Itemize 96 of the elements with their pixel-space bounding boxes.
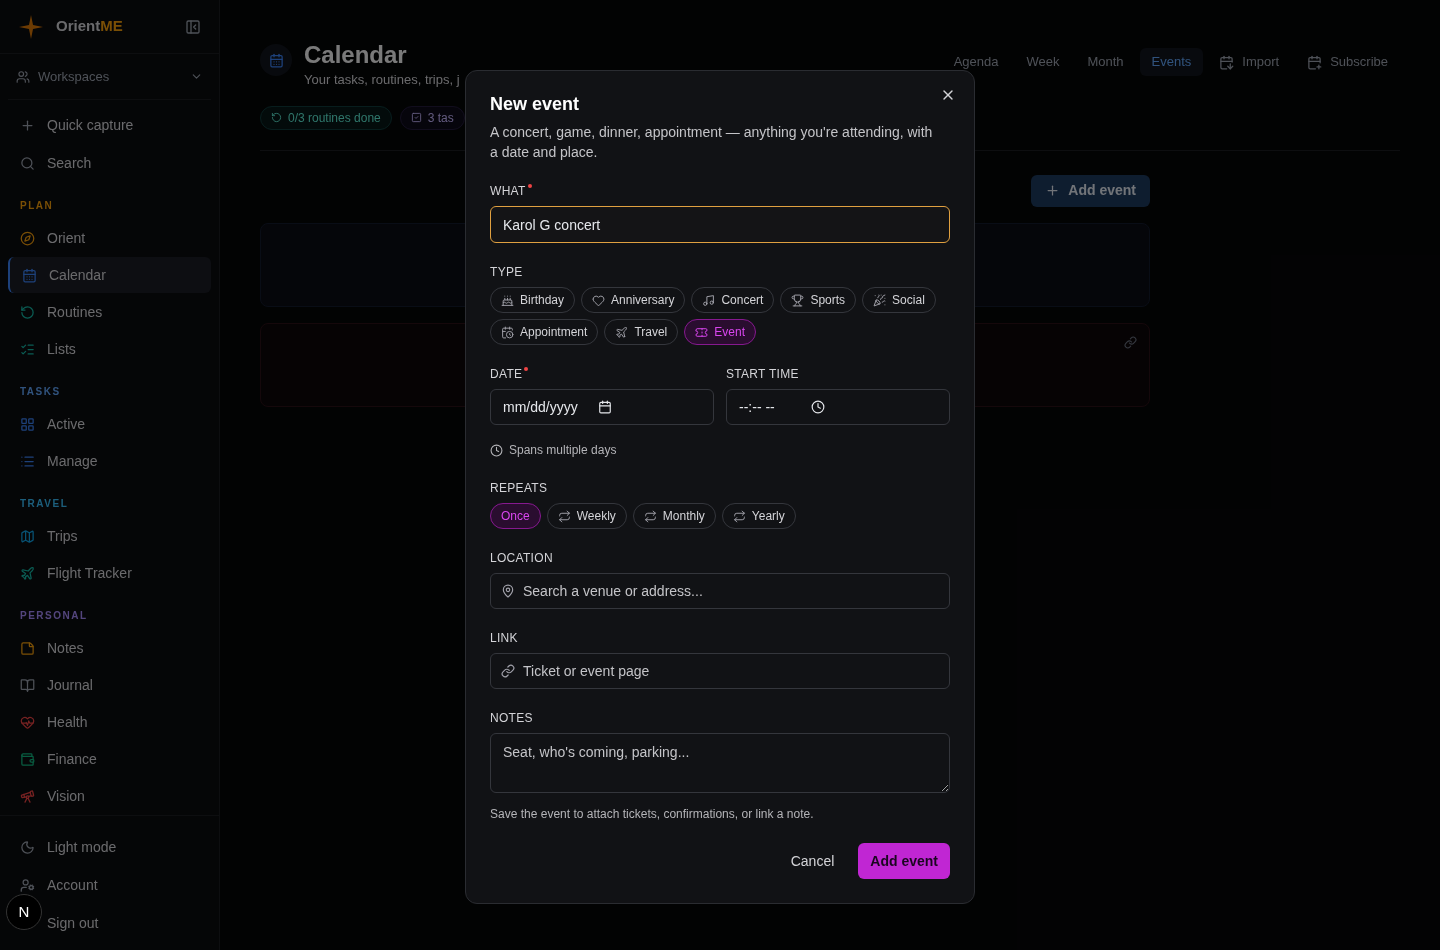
section-label: PERSONAL bbox=[19, 609, 89, 623]
field-label: NOTES bbox=[490, 710, 533, 727]
option-chip[interactable]: Event bbox=[684, 319, 756, 345]
sidebar-item[interactable]: Calendar bbox=[8, 257, 211, 293]
submit-button[interactable]: Add event bbox=[858, 843, 950, 879]
note-icon bbox=[20, 640, 35, 656]
user-icon bbox=[20, 877, 35, 893]
refresh-icon bbox=[20, 304, 35, 320]
section-label: TASKS bbox=[19, 385, 62, 399]
stat-badge: 0/3 routines done bbox=[260, 105, 392, 130]
plus-icon bbox=[1045, 183, 1061, 198]
option-chip[interactable]: Once bbox=[490, 503, 541, 529]
stat-badge: 3 tas bbox=[399, 105, 465, 130]
sidebar-item[interactable]: Finance bbox=[8, 741, 211, 777]
field-label: WHAT bbox=[490, 183, 526, 200]
add-event-button[interactable]: Add event bbox=[1031, 174, 1150, 207]
view-tab[interactable]: Events bbox=[1139, 48, 1204, 76]
music-note-icon bbox=[702, 293, 716, 307]
repeat-icon bbox=[732, 509, 746, 523]
grid-icon bbox=[20, 416, 35, 432]
sidebar-item[interactable]: Lists bbox=[8, 331, 211, 367]
sidebar-item[interactable]: Orient bbox=[8, 220, 211, 256]
sidebar-item[interactable]: Active bbox=[8, 406, 211, 442]
sidebar-item[interactable]: Health bbox=[8, 704, 211, 740]
field-label: LOCATION bbox=[490, 550, 553, 567]
sidebar-action[interactable]: Quick capture bbox=[8, 106, 211, 144]
view-tab[interactable]: Agenda bbox=[941, 48, 1011, 76]
sidebar-item[interactable]: Journal bbox=[8, 667, 211, 703]
field-label: DATE bbox=[490, 366, 523, 383]
trophy-icon bbox=[791, 293, 805, 307]
calendar-plus-icon bbox=[1307, 54, 1323, 70]
field-label: LINK bbox=[490, 630, 518, 647]
calendar-clock-icon bbox=[501, 325, 514, 339]
compass-icon bbox=[20, 230, 35, 246]
sidebar-item[interactable]: Manage bbox=[8, 443, 211, 479]
repeat-icon bbox=[557, 509, 571, 523]
cancel-button[interactable]: Cancel bbox=[778, 843, 847, 879]
map-pin-icon bbox=[501, 584, 515, 598]
link-icon bbox=[501, 664, 515, 678]
ticket-icon bbox=[695, 325, 709, 339]
calendar-icon bbox=[22, 267, 37, 283]
sidebar-item[interactable]: Notes bbox=[8, 630, 211, 666]
toolbar-button[interactable]: Import bbox=[1207, 48, 1292, 76]
calendar-icon bbox=[268, 52, 284, 68]
view-tab[interactable]: Week bbox=[1014, 48, 1072, 76]
sidebar-action[interactable]: Search bbox=[8, 144, 211, 182]
checkbox-icon bbox=[410, 112, 422, 123]
dialog-description: A concert, game, dinner, appointment — anything you're attending, with a date and place. bbox=[490, 123, 934, 162]
book-icon bbox=[20, 677, 35, 693]
clock-icon bbox=[490, 443, 503, 457]
map-icon bbox=[20, 528, 35, 544]
view-tab[interactable]: Month bbox=[1075, 48, 1136, 76]
location-input[interactable]: Search a venue or address... bbox=[490, 573, 950, 609]
plane-icon bbox=[615, 325, 629, 339]
field-label: TYPE bbox=[490, 264, 523, 281]
section-label: PLAN bbox=[19, 199, 55, 213]
refresh-icon bbox=[271, 112, 282, 123]
heart-icon bbox=[592, 293, 606, 307]
list-icon bbox=[20, 453, 35, 469]
search-icon bbox=[20, 155, 35, 171]
sidebar-item[interactable]: Vision bbox=[8, 778, 211, 814]
hint-text: Save the event to attach tickets, confirmations, or link a note. bbox=[490, 806, 815, 823]
brand-name: OrientME bbox=[56, 16, 123, 37]
date-input[interactable]: mm/dd/yyyy bbox=[490, 389, 714, 425]
link-input[interactable]: Ticket or event page bbox=[490, 653, 950, 689]
moon-icon bbox=[20, 839, 35, 855]
link-icon bbox=[1124, 335, 1137, 349]
plane-icon bbox=[20, 565, 35, 581]
what-input[interactable]: Karol G concert bbox=[490, 206, 950, 243]
party-popper-icon bbox=[873, 293, 887, 307]
calendar-icon bbox=[597, 400, 612, 414]
sidebar-item[interactable]: Flight Tracker bbox=[8, 555, 211, 591]
workspace-selector[interactable]: Workspaces bbox=[8, 54, 211, 100]
toolbar-button[interactable]: Subscribe bbox=[1295, 48, 1400, 76]
users-icon bbox=[16, 69, 30, 84]
repeat-icon bbox=[643, 509, 657, 523]
dialog-title: New event bbox=[490, 93, 581, 116]
cake-icon bbox=[501, 293, 514, 307]
wallet-icon bbox=[20, 751, 35, 767]
page-subtitle: Your tasks, routines, trips, j bbox=[304, 71, 461, 89]
field-label: START TIME bbox=[726, 366, 799, 383]
checklist-icon bbox=[20, 341, 35, 357]
clock-icon bbox=[810, 400, 825, 414]
sidebar-item[interactable]: Trips bbox=[8, 518, 211, 554]
page-title: Calendar bbox=[304, 40, 408, 70]
sidebar-item[interactable]: Light mode bbox=[8, 828, 211, 866]
plus-icon bbox=[20, 117, 35, 133]
multi-day-toggle[interactable]: Spans multiple days bbox=[490, 441, 950, 459]
calendar-download-icon bbox=[1219, 54, 1235, 70]
time-input[interactable]: --:-- -- bbox=[726, 389, 950, 425]
heart-pulse-icon bbox=[20, 714, 35, 730]
notes-input[interactable]: Seat, who's coming, parking... bbox=[490, 733, 950, 793]
field-label: REPEATS bbox=[490, 480, 548, 497]
telescope-icon bbox=[20, 788, 35, 804]
section-label: TRAVEL bbox=[19, 497, 70, 511]
sidebar-item[interactable]: Routines bbox=[8, 294, 211, 330]
